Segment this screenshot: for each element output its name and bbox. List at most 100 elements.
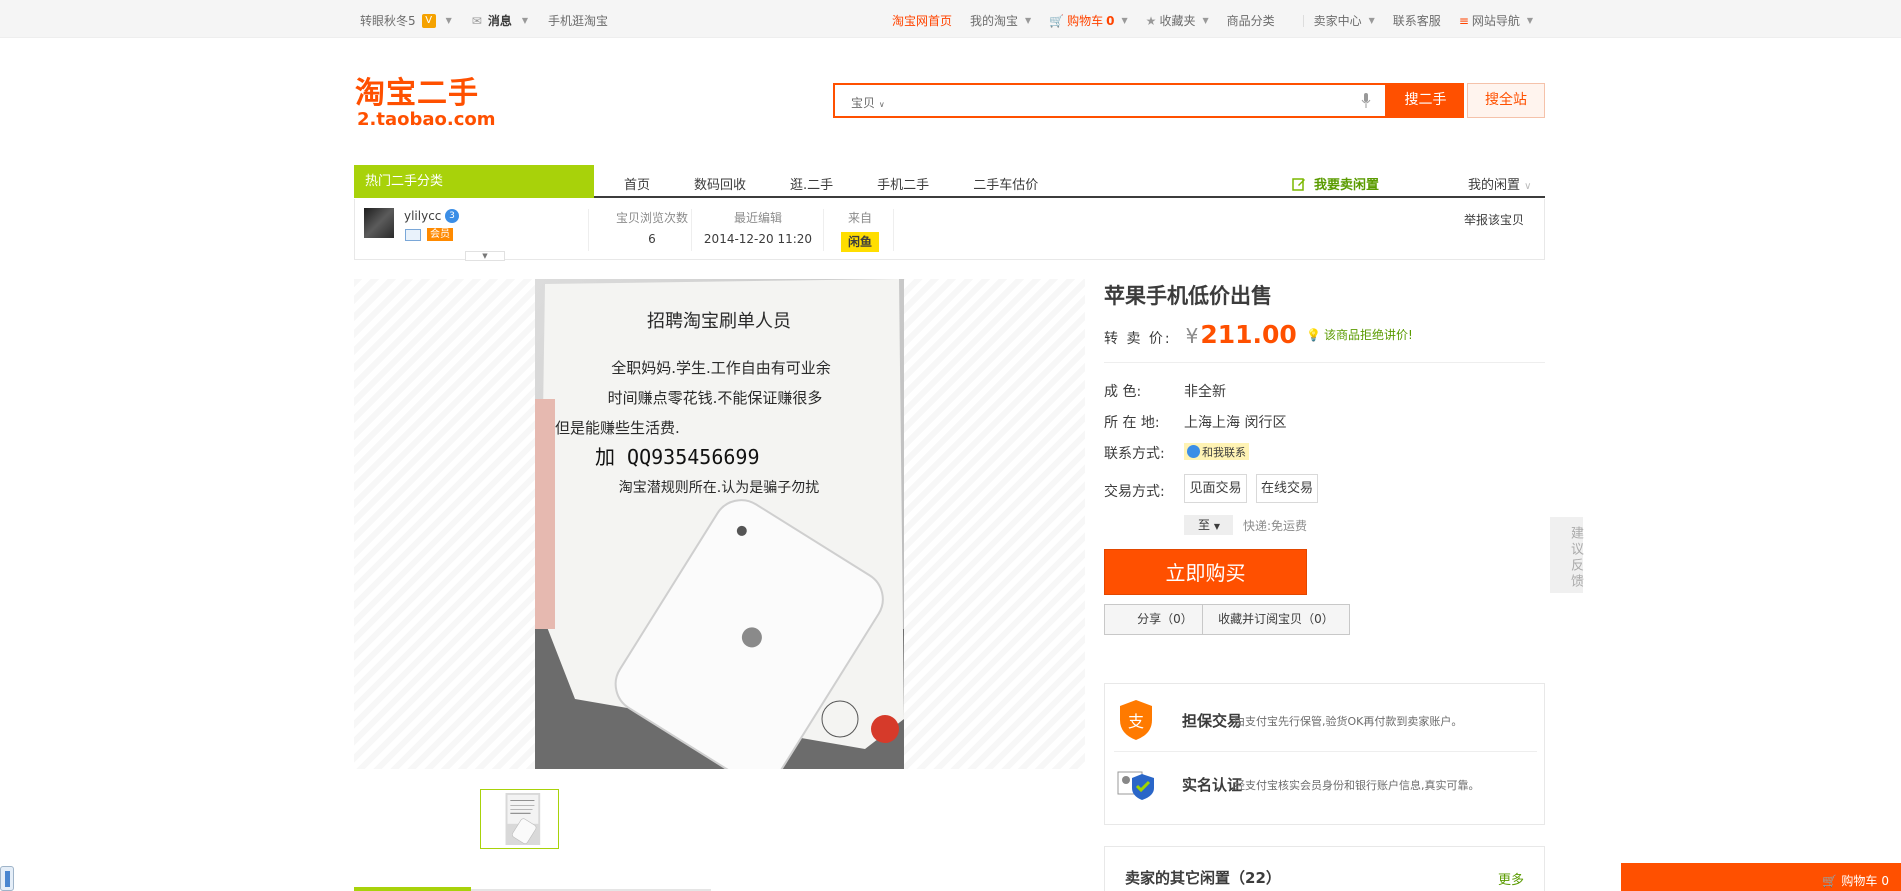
edited-label: 最近编辑 xyxy=(733,211,782,225)
location-row: 所 在 地: 上海上海 闵行区 xyxy=(1104,412,1286,432)
taobao-home-link[interactable]: 淘宝网首页 xyxy=(892,12,952,29)
member-badge: 会员 xyxy=(427,228,453,241)
from-stat: 来自 闲鱼 xyxy=(836,209,884,252)
ship-to-select[interactable]: 至 ▼ xyxy=(1184,515,1233,535)
seller-center-link[interactable]: 卖家中心 ▼ xyxy=(1314,12,1375,29)
chevron-down-icon: ▼ xyxy=(1121,16,1128,25)
product-photo[interactable]: 招聘淘宝刷单人员 全职妈妈.学生.工作自由有可业余 时间赚点零花钱.不能保证赚很… xyxy=(535,279,904,769)
escrow-title: 担保交易 xyxy=(1182,712,1243,730)
favorite-subscribe-button[interactable]: 收藏并订阅宝贝（0） xyxy=(1202,604,1350,635)
menu-icon: ≡ xyxy=(1458,13,1469,28)
floating-cart-text: 🛒 购物车 0 xyxy=(1822,872,1889,889)
search-input[interactable] xyxy=(895,89,1335,113)
site-topbar: 转眼秋冬5 V ▼ ✉ 消息 ▼ 手机逛淘宝 淘宝网首页 我的淘宝 ▼ 🛒 购物车 0… xyxy=(0,0,1901,38)
chevron-down-icon: ▼ xyxy=(1526,16,1534,25)
nav-tab-digital-recycle[interactable]: 数码回收 xyxy=(694,174,746,193)
chat-icon xyxy=(1187,445,1200,458)
logo-en: 2.taobao.com xyxy=(357,109,496,130)
seller-info-strip: ylilycc 3 会员 ▼ 宝贝浏览次数 6 最近编辑 2014-12-20 … xyxy=(354,199,1545,261)
shipping-fee: 快递:免运费 xyxy=(1243,519,1308,533)
no-bargain-note: 💡 该商品拒绝讲价! xyxy=(1306,326,1413,343)
messages-link[interactable]: 消息 xyxy=(488,12,512,29)
xianyu-badge: 闲鱼 xyxy=(841,232,879,252)
divider xyxy=(588,209,589,251)
floating-cart-bar[interactable]: 🛒 购物车 0 xyxy=(1621,863,1901,891)
level-badge-icon: V xyxy=(421,13,436,28)
expand-toggle[interactable]: ▼ xyxy=(465,251,505,261)
my-items-link[interactable]: 我的闲置 ∨ xyxy=(1468,174,1531,193)
categories-link[interactable]: 商品分类 xyxy=(1227,12,1275,29)
nav-tab-phones[interactable]: 手机二手 xyxy=(877,174,929,193)
buy-now-button[interactable]: 立即购买 xyxy=(1104,549,1307,595)
trade-row: 交易方式: xyxy=(1104,481,1184,501)
nav-tabs: 首页 数码回收 逛.二手 手机二手 二手车估价 xyxy=(624,174,1082,193)
favorites-link[interactable]: ★ 收藏夹 ▼ xyxy=(1146,12,1209,29)
mobile-taobao-link[interactable]: 手机逛淘宝 xyxy=(548,12,608,29)
divider xyxy=(1302,14,1304,27)
nav-tab-car-valuation[interactable]: 二手车估价 xyxy=(973,174,1038,193)
feedback-tab[interactable]: 建议反馈 xyxy=(1550,517,1583,593)
location-label: 所 在 地: xyxy=(1104,415,1160,431)
chevron-down-icon[interactable]: ▼ xyxy=(522,16,528,25)
chevron-down-icon[interactable]: ▼ xyxy=(446,16,452,25)
my-taobao-link[interactable]: 我的淘宝 ▼ xyxy=(970,12,1031,29)
seller-name[interactable]: ylilycc xyxy=(404,209,441,223)
cart-link[interactable]: 🛒 购物车 0 ▼ xyxy=(1049,12,1127,29)
microphone-icon[interactable] xyxy=(1361,93,1371,109)
report-item-link[interactable]: 举报该宝贝 xyxy=(1464,211,1524,228)
chevron-down-icon: ▼ xyxy=(1025,16,1032,25)
chevron-down-icon: ▼ xyxy=(1202,16,1209,25)
thumbnail-1[interactable] xyxy=(480,789,559,849)
trust-panel: 支 担保交易 由支付宝先行保管,验货OK再付款到卖家账户。 实名认证 经支付宝核… xyxy=(1104,683,1545,825)
svg-text:支: 支 xyxy=(1128,712,1144,731)
realname-title: 实名认证 xyxy=(1182,776,1243,794)
currency-symbol: ¥ xyxy=(1185,324,1199,348)
trade-option-online[interactable]: 在线交易 xyxy=(1256,474,1318,503)
hot-category-header[interactable]: 热门二手分类 xyxy=(354,165,594,198)
site-logo[interactable]: 淘宝二手 2.taobao.com xyxy=(355,78,505,130)
edit-icon xyxy=(1292,177,1305,191)
contact-row: 联系方式: 和我联系 xyxy=(1104,443,1249,463)
search-second-hand-button[interactable]: 搜二手 xyxy=(1387,83,1464,118)
id-verified-icon xyxy=(405,229,421,241)
alipay-shield-icon: 支 xyxy=(1120,700,1152,740)
condition-row: 成 色: 非全新 xyxy=(1104,381,1226,401)
condition-value: 非全新 xyxy=(1184,384,1226,400)
edited-value: 2014-12-20 11:20 xyxy=(703,232,813,246)
floating-cart-label: 购物车 xyxy=(1841,874,1878,888)
nav-tab-home[interactable]: 首页 xyxy=(624,174,650,193)
nav-tab-browse[interactable]: 逛.二手 xyxy=(790,174,833,193)
active-tab-indicator[interactable] xyxy=(354,887,471,891)
more-link[interactable]: 更多 xyxy=(1498,869,1524,888)
sell-item-link[interactable]: 我要卖闲置 xyxy=(1292,174,1379,193)
realname-row: 实名认证 经支付宝核实会员身份和银行账户信息,真实可靠。 xyxy=(1114,756,1537,816)
divider xyxy=(1104,362,1545,363)
topbar-right: 淘宝网首页 我的淘宝 ▼ 🛒 购物车 0 ▼ ★ 收藏夹 ▼ 商品分类 卖家中心 ▼ 联系客服… xyxy=(892,12,1551,29)
user-link[interactable]: 转眼秋冬5 xyxy=(360,12,416,29)
contact-service-link[interactable]: 联系客服 xyxy=(1393,12,1441,29)
search-scope-select[interactable]: 宝贝 ∨ xyxy=(851,94,885,111)
product-title: 苹果手机低价出售 xyxy=(1104,284,1272,308)
logo-cn: 淘宝二手 xyxy=(355,76,479,111)
search-box: 宝贝 ∨ xyxy=(833,83,1387,118)
side-toggle-tab[interactable] xyxy=(0,866,14,891)
cart-label: 购物车 xyxy=(1067,14,1104,28)
id-verified-shield-icon xyxy=(1117,771,1154,800)
divider xyxy=(893,209,894,251)
price-row: 转 卖 价: ¥ 211.00 xyxy=(1104,320,1297,349)
chevron-down-icon: ▼ xyxy=(1368,16,1375,25)
chevron-down-icon: ▼ xyxy=(1213,522,1220,531)
search-all-site-button[interactable]: 搜全站 xyxy=(1467,83,1545,118)
seller-avatar[interactable] xyxy=(364,208,394,238)
from-label: 来自 xyxy=(847,211,872,225)
escrow-row: 支 担保交易 由支付宝先行保管,验货OK再付款到卖家账户。 xyxy=(1114,692,1537,752)
search-scope-label: 宝贝 xyxy=(851,96,876,110)
site-nav-label: 网站导航 xyxy=(1471,14,1520,28)
site-nav-link[interactable]: ≡ 网站导航 ▼ xyxy=(1459,12,1533,29)
divider xyxy=(691,209,692,251)
edited-stat: 最近编辑 2014-12-20 11:20 xyxy=(703,209,813,246)
contact-seller-button[interactable]: 和我联系 xyxy=(1184,443,1249,460)
mail-icon: ✉ xyxy=(471,13,482,28)
trade-option-meet[interactable]: 见面交易 xyxy=(1184,474,1247,503)
price-value: 211.00 xyxy=(1200,320,1297,349)
